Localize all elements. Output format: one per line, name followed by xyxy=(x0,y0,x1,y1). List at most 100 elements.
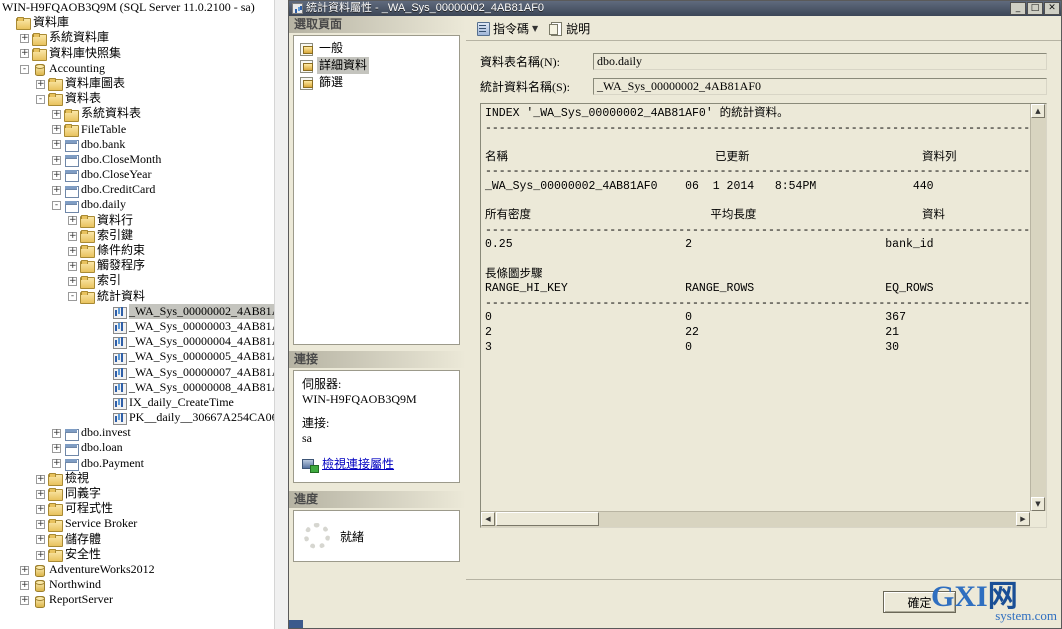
tree-node[interactable]: + 索引 xyxy=(0,273,289,289)
expand-icon[interactable]: + xyxy=(36,520,45,530)
statistics-name-input[interactable]: _WA_Sys_00000002_4AB81AF0 xyxy=(593,78,1047,95)
collapse-icon[interactable]: - xyxy=(52,201,61,211)
tree-node-label: IX_daily_CreateTime xyxy=(129,394,234,409)
expand-icon[interactable]: + xyxy=(36,504,45,514)
view-connection-properties-row[interactable]: 檢視連接屬性 xyxy=(302,457,451,473)
help-icon xyxy=(549,21,563,36)
collapse-icon[interactable]: - xyxy=(36,94,45,104)
expand-icon[interactable]: + xyxy=(52,444,61,454)
tree-node[interactable]: - 資料表 xyxy=(0,91,289,107)
dialog-left-panel: 選取頁面 一般 詳細資料 篩選 連接 伺服器: WIN-H9FQAOB3Q9M 連接… xyxy=(289,16,466,628)
tree-node[interactable]: _WA_Sys_00000004_4AB81AF0 xyxy=(0,334,289,350)
minimize-button[interactable]: _ xyxy=(1010,2,1026,15)
expand-icon[interactable]: + xyxy=(36,474,45,484)
object-explorer-tree[interactable]: WIN-H9FQAOB3Q9M (SQL Server 11.0.2100 - … xyxy=(0,0,289,629)
tree-node[interactable]: + 資料庫快照集 xyxy=(0,46,289,61)
help-button[interactable]: 說明 xyxy=(545,18,594,39)
tree-node[interactable]: + 系統資料庫 xyxy=(0,30,289,46)
tree-node[interactable]: _WA_Sys_00000005_4AB81AF0 xyxy=(0,349,289,365)
statistics-horizontal-scrollbar[interactable]: ◀ ▶ xyxy=(481,511,1030,527)
tree-node[interactable]: + 觸發程序 xyxy=(0,258,289,274)
tree-node[interactable]: + 條件約束 xyxy=(0,243,289,259)
tree-node-server[interactable]: WIN-H9FQAOB3Q9M (SQL Server 11.0.2100 - … xyxy=(0,0,289,15)
tree-node[interactable]: + 資料行 xyxy=(0,213,289,228)
expand-icon[interactable]: + xyxy=(52,170,61,180)
tree-node[interactable]: _WA_Sys_00000002_4AB81AF0 xyxy=(0,303,289,319)
page-list[interactable]: 一般 詳細資料 篩選 xyxy=(293,35,460,345)
tree-node[interactable]: IX_daily_CreateTime xyxy=(0,394,289,411)
tree-node[interactable]: + 系統資料表 xyxy=(0,106,289,122)
expand-icon[interactable]: + xyxy=(68,246,77,256)
scroll-down-icon[interactable]: ▼ xyxy=(1031,497,1045,511)
statistics-details-text[interactable]: INDEX '_WA_Sys_00000002_4AB81AF0' 的統計資料。… xyxy=(481,104,1030,511)
expand-icon[interactable]: + xyxy=(20,565,29,575)
tree-node[interactable]: + dbo.CloseYear xyxy=(0,167,289,183)
expand-icon[interactable]: + xyxy=(20,34,29,44)
expand-icon[interactable]: + xyxy=(20,49,29,59)
tree-node[interactable]: + 檢視 xyxy=(0,471,289,487)
expand-icon[interactable]: + xyxy=(36,79,45,89)
tree-node[interactable]: + Service Broker xyxy=(0,516,289,532)
tree-node[interactable]: + dbo.Payment xyxy=(0,456,289,471)
page-item[interactable]: 一般 xyxy=(294,40,459,57)
expand-icon[interactable]: + xyxy=(36,550,45,560)
collapse-icon[interactable]: - xyxy=(68,292,77,302)
tree-node[interactable]: + 安全性 xyxy=(0,547,289,562)
expand-icon[interactable]: + xyxy=(52,110,61,120)
tree-node[interactable]: + dbo.bank xyxy=(0,137,289,152)
expand-icon[interactable]: + xyxy=(20,596,29,606)
tree-node[interactable]: + 同義字 xyxy=(0,486,289,502)
table-name-input[interactable]: dbo.daily xyxy=(593,53,1047,70)
expand-icon[interactable]: + xyxy=(52,140,61,150)
expand-icon[interactable]: + xyxy=(68,277,77,287)
tree-scrollbar[interactable] xyxy=(274,0,289,629)
statistics-vertical-scrollbar[interactable]: ▲ ▼ xyxy=(1030,104,1046,511)
expand-icon[interactable]: + xyxy=(52,125,61,135)
maximize-button[interactable]: □ xyxy=(1027,2,1043,15)
chevron-down-icon[interactable]: ▼ xyxy=(532,24,538,33)
page-item[interactable]: 篩選 xyxy=(294,74,459,91)
tree-node[interactable]: + dbo.CloseMonth xyxy=(0,152,289,168)
expand-icon[interactable]: + xyxy=(20,580,29,590)
scroll-left-icon[interactable]: ◀ xyxy=(481,512,495,526)
tree-node[interactable]: PK__daily__30667A254CA06362 xyxy=(0,410,289,426)
tree-node[interactable]: _WA_Sys_00000007_4AB81AF0 xyxy=(0,365,289,380)
expand-icon[interactable]: + xyxy=(52,429,61,438)
tree-node[interactable]: + dbo.invest xyxy=(0,425,289,441)
page-item[interactable]: 詳細資料 xyxy=(294,57,459,74)
expand-icon[interactable]: + xyxy=(36,489,45,499)
expand-icon[interactable]: + xyxy=(52,186,61,195)
tree-node[interactable]: - Accounting xyxy=(0,61,289,76)
expand-icon[interactable]: + xyxy=(68,231,77,241)
tree-node[interactable]: 資料庫 xyxy=(0,15,289,31)
expand-icon[interactable]: + xyxy=(68,261,77,271)
tree-node-label: 索引鍵 xyxy=(97,227,134,242)
expand-icon[interactable]: + xyxy=(52,459,61,469)
tree-node[interactable]: - 統計資料 xyxy=(0,289,289,304)
scroll-up-icon[interactable]: ▲ xyxy=(1031,104,1045,118)
tree-node[interactable]: + ReportServer xyxy=(0,592,289,608)
tree-node[interactable]: _WA_Sys_00000008_4AB81AF0 xyxy=(0,380,289,395)
tree-node[interactable]: + dbo.loan xyxy=(0,440,289,456)
tree-node[interactable]: + FileTable xyxy=(0,122,289,137)
folder-icon xyxy=(64,123,79,137)
expand-icon[interactable]: + xyxy=(52,155,61,165)
tree-node[interactable]: + 索引鍵 xyxy=(0,227,289,244)
expand-icon[interactable]: + xyxy=(36,535,45,545)
tree-node[interactable]: + 可程式性 xyxy=(0,501,289,517)
tree-node[interactable]: + 儲存體 xyxy=(0,532,289,547)
tree-node[interactable]: - dbo.daily xyxy=(0,197,289,213)
tree-node[interactable]: + dbo.CreditCard xyxy=(0,182,289,198)
tree-node[interactable]: _WA_Sys_00000003_4AB81AF0 xyxy=(0,319,289,335)
tree-node[interactable]: + 資料庫圖表 xyxy=(0,76,289,92)
dialog-titlebar[interactable]: 統計資料屬性 - _WA_Sys_00000002_4AB81AF0 _ □ ✕ xyxy=(289,1,1061,16)
scroll-right-icon[interactable]: ▶ xyxy=(1016,512,1030,526)
script-button[interactable]: 指令碼 ▼ xyxy=(472,18,542,39)
collapse-icon[interactable]: - xyxy=(20,64,29,74)
view-connection-properties-link[interactable]: 檢視連接屬性 xyxy=(322,457,394,472)
expand-icon[interactable]: + xyxy=(68,216,77,226)
tree-node[interactable]: + AdventureWorks2012 xyxy=(0,562,289,578)
tree-node[interactable]: + Northwind xyxy=(0,577,289,593)
horizontal-scroll-thumb[interactable] xyxy=(496,512,599,526)
close-button[interactable]: ✕ xyxy=(1044,2,1060,15)
